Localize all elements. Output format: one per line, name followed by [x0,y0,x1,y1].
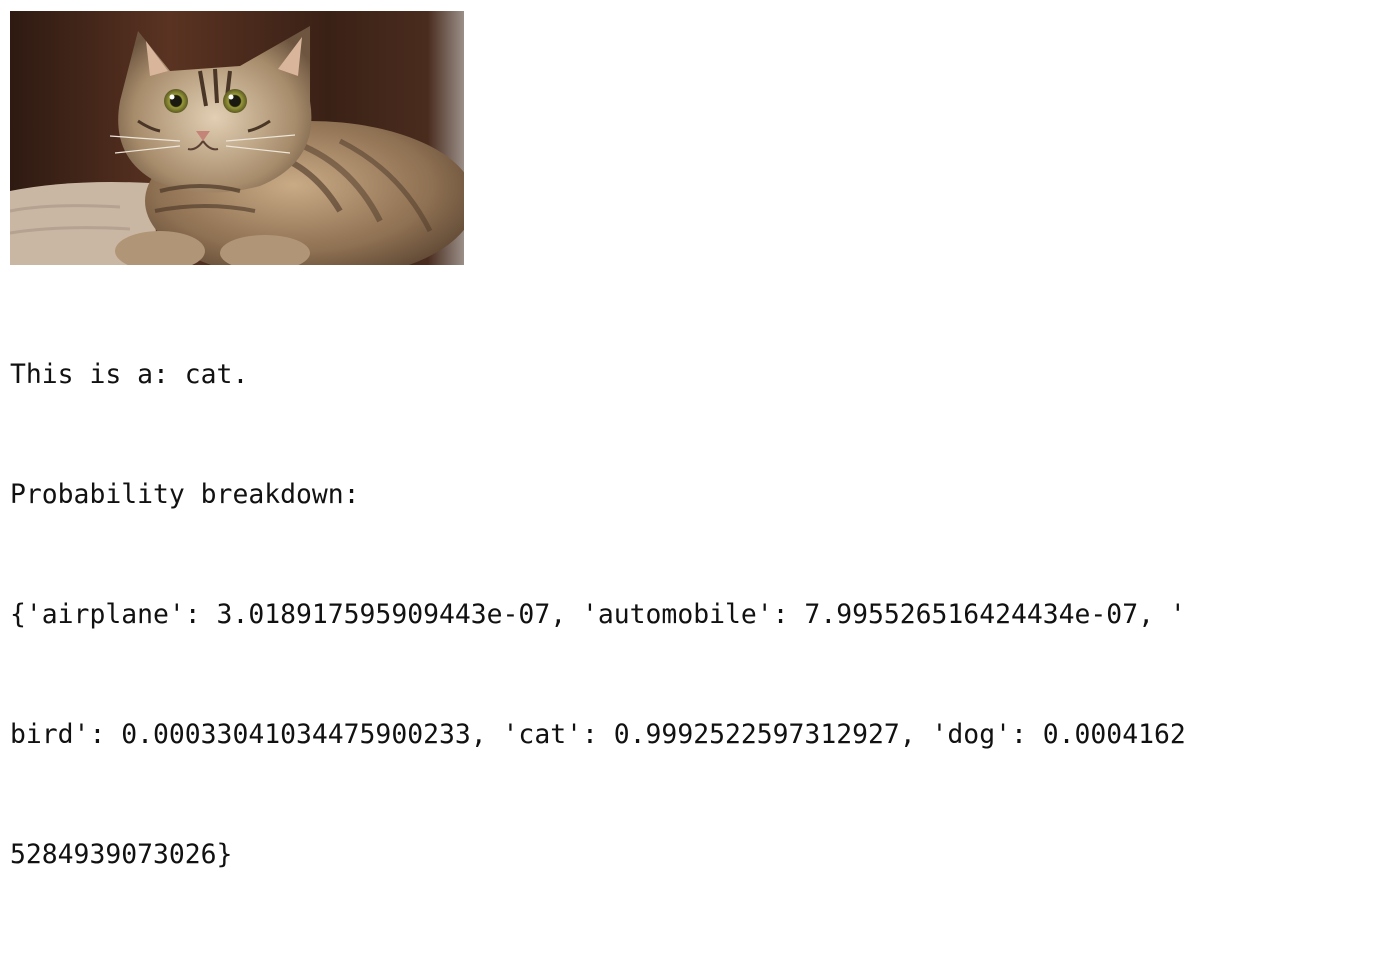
cat-image [10,11,464,265]
notebook-output-cell: This is a: cat. Probability breakdown: {… [10,11,1380,955]
print-output: This is a: cat. Probability breakdown: {… [10,275,1380,955]
breakdown-line: {'airplane': 3.018917595909443e-07, 'aut… [10,599,1186,630]
breakdown-header: Probability breakdown: [10,479,360,510]
breakdown-line: 5284939073026} [10,839,233,870]
prediction-line: This is a: cat. [10,359,249,390]
breakdown-line: bird': 0.00033041034475900233, 'cat': 0.… [10,719,1186,750]
cat-photo-illustration [10,11,464,265]
